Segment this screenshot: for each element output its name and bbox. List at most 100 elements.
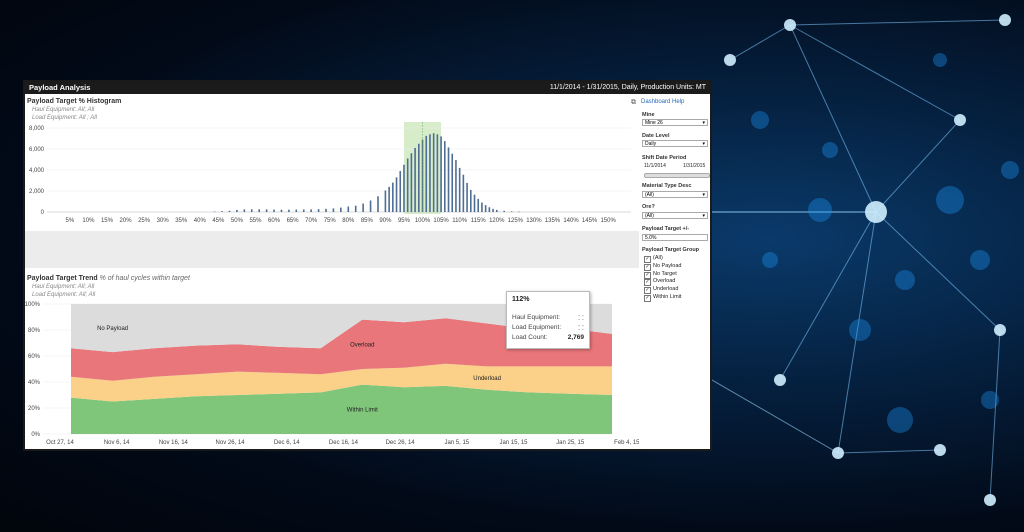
y-tick-label: 40% bbox=[28, 380, 41, 386]
payload-group-option[interactable]: ✓ Within Limit bbox=[644, 294, 681, 302]
histogram-bar bbox=[258, 209, 260, 212]
histogram-title: Payload Target % Histogram bbox=[27, 98, 122, 105]
y-tick-label: 6,000 bbox=[29, 147, 45, 153]
tooltip-load-value: ⁚ ⁚ bbox=[578, 325, 584, 332]
network-node bbox=[994, 324, 1006, 336]
payload-group-option[interactable]: ✓ Underload bbox=[644, 286, 679, 295]
network-node bbox=[865, 201, 887, 223]
histogram-bar bbox=[403, 164, 405, 212]
histogram-bottom-band bbox=[25, 231, 639, 268]
trend-filter-haul: Haul Equipment: All; All bbox=[32, 284, 95, 290]
x-tick-label: Jan 15, 15 bbox=[499, 440, 528, 446]
ore-select[interactable]: (All) ▾ bbox=[642, 212, 708, 219]
x-tick-label: 55% bbox=[249, 218, 262, 224]
histogram-bar bbox=[418, 143, 420, 212]
x-tick-label: 40% bbox=[194, 218, 207, 224]
x-tick-label: 110% bbox=[452, 218, 468, 224]
chevron-down-icon: ▾ bbox=[702, 213, 705, 219]
expand-icon[interactable]: ⧉ bbox=[631, 99, 636, 107]
x-tick-label: Dec 6, 14 bbox=[274, 440, 300, 446]
window-titlebar: Payload Analysis 11/1/2014 - 1/31/2015, … bbox=[25, 82, 710, 94]
y-tick-label: 0 bbox=[41, 210, 45, 216]
y-tick-label: 8,000 bbox=[29, 126, 45, 132]
histogram-bar bbox=[518, 211, 520, 213]
chevron-down-icon: ▾ bbox=[702, 192, 705, 198]
histogram-bar bbox=[236, 209, 238, 212]
x-tick-label: 60% bbox=[268, 218, 281, 224]
histogram-bar bbox=[399, 171, 402, 212]
network-node bbox=[774, 374, 786, 386]
histogram-bar bbox=[288, 209, 290, 212]
histogram-bar bbox=[243, 209, 246, 212]
glow-dot bbox=[762, 252, 778, 268]
x-tick-label: Dec 26, 14 bbox=[386, 440, 416, 446]
payload-group-option[interactable]: ✓ (All) bbox=[644, 255, 663, 263]
histogram-bar bbox=[425, 135, 428, 212]
payload-target-input[interactable]: 5.0% bbox=[642, 234, 708, 241]
glow-dot bbox=[887, 407, 913, 433]
dashboard-help-link[interactable]: Dashboard Help bbox=[641, 99, 684, 105]
x-tick-label: 130% bbox=[526, 218, 542, 224]
histogram-bar bbox=[221, 211, 223, 212]
x-tick-label: 20% bbox=[120, 218, 133, 224]
payload-group-option[interactable]: ✓ Overload bbox=[644, 278, 675, 287]
x-tick-label: Nov 6, 14 bbox=[104, 440, 130, 446]
x-tick-label: 10% bbox=[82, 218, 95, 224]
network-node bbox=[784, 19, 796, 31]
histogram-bar bbox=[503, 210, 506, 212]
network-node bbox=[954, 114, 966, 126]
network-link bbox=[789, 24, 877, 213]
histogram-bar bbox=[462, 174, 465, 212]
payload-analysis-window: Payload Analysis 11/1/2014 - 1/31/2015, … bbox=[23, 80, 712, 451]
histogram-bar bbox=[213, 211, 216, 213]
histogram-bar bbox=[440, 136, 442, 212]
shift-date-slider[interactable] bbox=[644, 173, 710, 178]
material-type-select[interactable]: (All) ▾ bbox=[642, 191, 708, 198]
x-tick-label: 140% bbox=[563, 218, 579, 224]
network-link bbox=[789, 19, 1006, 26]
histogram-bar bbox=[332, 208, 335, 212]
payload-group-option[interactable]: ✓ No Target bbox=[644, 271, 677, 279]
x-tick-label: Nov 16, 14 bbox=[159, 440, 189, 446]
network-link bbox=[875, 211, 1001, 331]
series-label: Underload bbox=[473, 376, 501, 382]
x-tick-label: 80% bbox=[342, 218, 355, 224]
histogram-bar bbox=[458, 167, 461, 212]
histogram-bar bbox=[473, 194, 476, 212]
tooltip-load-label: Load Equipment: bbox=[512, 324, 562, 331]
glow-dot bbox=[936, 186, 964, 214]
tooltip-count-value: 2,769 bbox=[567, 334, 584, 341]
tooltip-percent: 112% bbox=[512, 296, 530, 303]
x-tick-label: 120% bbox=[489, 218, 505, 224]
network-link bbox=[989, 329, 1001, 501]
histogram-bar bbox=[436, 134, 439, 212]
x-tick-label: 30% bbox=[157, 218, 170, 224]
series-label: Overload bbox=[350, 342, 374, 348]
x-tick-label: Dec 16, 14 bbox=[329, 440, 359, 446]
tooltip-haul-label: Haul Equipment: bbox=[512, 314, 561, 321]
histogram-bar bbox=[447, 147, 450, 212]
checkbox-checked-icon: ✓ bbox=[644, 295, 651, 302]
network-node bbox=[724, 54, 736, 66]
glow-dot bbox=[808, 198, 832, 222]
network-link bbox=[789, 24, 961, 121]
payload-group-option[interactable]: ✓ No Payload bbox=[644, 263, 681, 271]
x-tick-label: 145% bbox=[582, 218, 598, 224]
histogram-bar bbox=[410, 153, 413, 212]
date-level-select[interactable]: Daily ▾ bbox=[642, 140, 708, 147]
histogram-bar bbox=[477, 198, 480, 212]
x-tick-label: 90% bbox=[379, 218, 392, 224]
x-tick-label: Nov 26, 14 bbox=[216, 440, 246, 446]
payload-group-option-label: Within Limit bbox=[653, 294, 682, 300]
mine-select[interactable]: Mine 26 ▾ bbox=[642, 119, 708, 126]
x-tick-label: 25% bbox=[138, 218, 151, 224]
histogram-bar bbox=[492, 208, 494, 212]
payload-group-option-label: Underload bbox=[653, 286, 679, 293]
histogram-bar bbox=[354, 205, 357, 212]
y-tick-label: 0% bbox=[31, 432, 40, 438]
y-tick-label: 60% bbox=[28, 354, 41, 360]
shift-date-label: Shift Date Period bbox=[642, 155, 687, 161]
glow-dot bbox=[933, 53, 947, 67]
x-tick-label: 100% bbox=[415, 218, 431, 224]
payload-group-option-label: No Payload bbox=[653, 262, 682, 269]
